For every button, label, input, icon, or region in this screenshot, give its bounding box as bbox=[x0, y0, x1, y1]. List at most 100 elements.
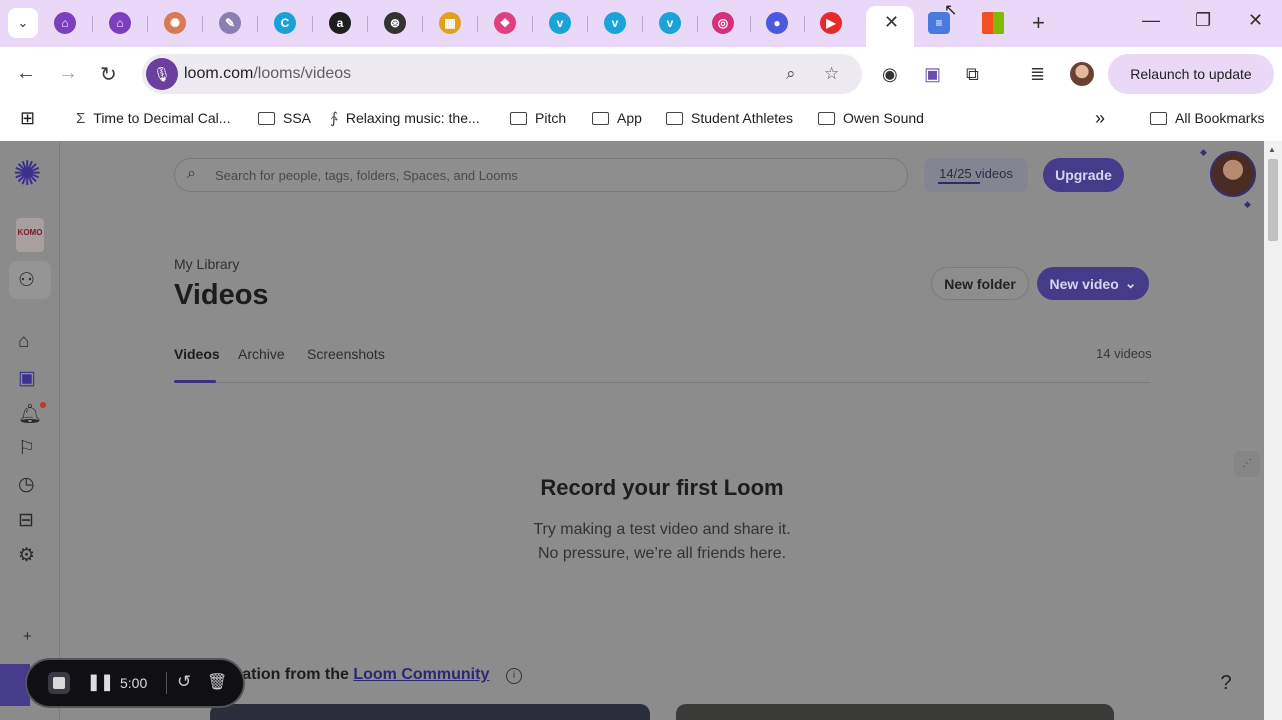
bookmark-label: SSA bbox=[283, 110, 312, 126]
notifications-bell-icon[interactable]: 🔔︎ bbox=[18, 402, 42, 426]
bookmark-item[interactable]: App bbox=[592, 109, 642, 127]
page-scrollbar[interactable]: ▲ bbox=[1264, 141, 1282, 720]
empty-state-title: Record your first Loom bbox=[540, 475, 784, 500]
scrollbar-thumb[interactable] bbox=[1268, 159, 1278, 241]
back-button[interactable]: ← bbox=[16, 62, 36, 85]
video-quota-badge[interactable]: 14/25 videos bbox=[924, 158, 1028, 192]
bookmark-item[interactable]: SSA bbox=[258, 109, 311, 127]
tab-favicon-chatgpt[interactable]: ⊛ bbox=[384, 12, 406, 34]
loom-community-link[interactable]: Loom Community bbox=[353, 666, 489, 683]
zoom-icon[interactable]: ⌕ bbox=[786, 64, 796, 84]
tab-archive[interactable]: Archive bbox=[238, 346, 285, 362]
tab-favicon-youtube[interactable]: ▶ bbox=[820, 12, 842, 34]
extensions-puzzle-icon[interactable]: ⧉ bbox=[966, 64, 979, 85]
stop-recording-button[interactable] bbox=[48, 672, 70, 694]
library-icon[interactable]: ▣ bbox=[18, 367, 36, 390]
community-video-thumbnail[interactable] bbox=[676, 704, 1114, 720]
tab-favicon-2[interactable]: ⌂ bbox=[109, 12, 131, 34]
restart-icon[interactable]: ↺ bbox=[177, 672, 191, 692]
tab-favicon-9[interactable]: ❖ bbox=[494, 12, 516, 34]
loom-extension-icon[interactable]: ▣ bbox=[924, 64, 941, 85]
home-icon[interactable]: ⌂ bbox=[18, 331, 29, 353]
workspace-logo[interactable]: KOMO bbox=[16, 218, 44, 252]
profile-avatar[interactable] bbox=[1070, 62, 1094, 86]
tab-favicon-microsoft[interactable] bbox=[982, 12, 1004, 34]
forward-button[interactable]: → bbox=[58, 62, 78, 85]
mouse-cursor-icon: ↖ bbox=[944, 2, 958, 19]
bookmark-label: App bbox=[617, 110, 642, 126]
loom-logo-icon[interactable]: ✺ bbox=[13, 157, 42, 191]
trash-icon[interactable]: 🗑︎ bbox=[207, 672, 227, 692]
tab-favicon-14[interactable]: ● bbox=[766, 12, 788, 34]
folder-icon bbox=[510, 111, 527, 125]
members-button[interactable]: ⚇ bbox=[9, 261, 51, 299]
bookmark-item[interactable]: Σ Time to Decimal Cal... bbox=[76, 109, 230, 127]
loom-page: ✺ KOMO ⚇ ⌂ ▣ 🔔︎ ⚐ ◷ ⊟ ⚙ + ⌕ Search for p… bbox=[0, 141, 1282, 720]
window-close-button[interactable]: ✕ bbox=[1248, 10, 1263, 31]
tab-favicon-vimeo-2[interactable]: v bbox=[604, 12, 626, 34]
empty-state-text: No pressure, we’re all friends here. bbox=[537, 545, 787, 562]
history-clock-icon[interactable]: ◷ bbox=[18, 473, 35, 496]
tab-favicon-canva[interactable]: C bbox=[274, 12, 296, 34]
loom-sidebar: ✺ KOMO ⚇ ⌂ ▣ 🔔︎ ⚐ ◷ ⊟ ⚙ + bbox=[0, 141, 60, 720]
bookmark-item[interactable]: Pitch bbox=[510, 109, 566, 127]
bookmark-item[interactable]: Owen Sound bbox=[818, 109, 924, 127]
upgrade-button[interactable]: Upgrade bbox=[1043, 158, 1124, 192]
close-tab-icon[interactable]: ✕ bbox=[884, 12, 899, 33]
tab-separator bbox=[804, 16, 805, 32]
minimize-button[interactable]: — bbox=[1142, 10, 1160, 31]
quota-progress-bar bbox=[938, 182, 980, 184]
help-button[interactable]: ? bbox=[1206, 663, 1246, 703]
bookmark-item[interactable]: Student Athletes bbox=[666, 109, 793, 127]
bookmark-star-icon[interactable]: ☆ bbox=[824, 64, 839, 84]
media-controls-icon[interactable]: ≣ bbox=[1030, 64, 1045, 85]
tab-videos[interactable]: Videos bbox=[174, 346, 220, 362]
new-tab-button[interactable]: + bbox=[1032, 10, 1045, 36]
all-bookmarks[interactable]: All Bookmarks bbox=[1150, 109, 1264, 127]
extension-profile-icon[interactable]: ◉ bbox=[882, 64, 898, 85]
pause-icon[interactable]: ❚❚ bbox=[87, 672, 114, 692]
user-avatar[interactable] bbox=[1210, 151, 1256, 197]
new-folder-button[interactable]: New folder bbox=[931, 267, 1029, 300]
tab-favicon-instagram[interactable]: ◎ bbox=[712, 12, 734, 34]
bookmark-icon[interactable]: ⚐ bbox=[18, 437, 35, 460]
new-video-button[interactable]: New video ⌄ bbox=[1037, 267, 1149, 300]
microphone-icon[interactable]: 🎙 bbox=[146, 58, 178, 90]
breadcrumb[interactable]: My Library bbox=[174, 256, 239, 272]
tab-favicon-vimeo-1[interactable]: v bbox=[549, 12, 571, 34]
bookmarks-overflow-icon[interactable]: » bbox=[1095, 108, 1105, 128]
settings-gear-icon[interactable]: ⚙ bbox=[18, 544, 35, 567]
apps-grid-icon[interactable]: ⊞ bbox=[20, 108, 35, 128]
tab-search-button[interactable]: ⌄ bbox=[8, 8, 38, 38]
tab-favicon-1[interactable]: ⌂ bbox=[54, 12, 76, 34]
active-tab[interactable]: ✕ bbox=[866, 6, 914, 47]
bookmark-item[interactable]: ∱ Relaxing music: the... bbox=[330, 109, 480, 127]
search-input[interactable]: ⌕ Search for people, tags, folders, Spac… bbox=[174, 158, 908, 192]
bookmark-label: Owen Sound bbox=[843, 110, 924, 126]
info-icon[interactable]: i bbox=[506, 668, 522, 684]
loom-extension-handle-icon[interactable]: ⋰ bbox=[1234, 451, 1260, 477]
tab-separator bbox=[312, 16, 313, 32]
reload-button[interactable]: ↻ bbox=[100, 62, 117, 87]
community-heading: ration from the Loom Community bbox=[236, 666, 490, 683]
gift-icon[interactable]: ⊟ bbox=[18, 509, 34, 532]
divider bbox=[166, 672, 167, 694]
scroll-up-icon[interactable]: ▲ bbox=[1268, 145, 1276, 154]
tab-favicon-claude[interactable]: ✺ bbox=[164, 12, 186, 34]
restore-button[interactable]: ❐ bbox=[1195, 10, 1211, 31]
search-icon: ⌕ bbox=[187, 165, 196, 182]
tab-favicon-vimeo-3[interactable]: v bbox=[659, 12, 681, 34]
avatar-decoration-icon: ◆ bbox=[1244, 199, 1251, 209]
tab-favicon-4[interactable]: ✎ bbox=[219, 12, 241, 34]
tab-favicon-amazon[interactable]: a bbox=[329, 12, 351, 34]
relaunch-button[interactable]: Relaunch to update bbox=[1108, 54, 1274, 94]
folder-icon bbox=[818, 111, 835, 125]
url-text[interactable]: loom.com/looms/videos bbox=[184, 65, 351, 83]
add-space-icon[interactable]: + bbox=[23, 628, 32, 645]
community-video-thumbnail[interactable] bbox=[210, 704, 650, 720]
tab-favicon-8[interactable]: ▦ bbox=[439, 12, 461, 34]
sigma-icon: Σ bbox=[76, 109, 86, 127]
recording-timer: 5:00 bbox=[120, 675, 148, 691]
tab-screenshots[interactable]: Screenshots bbox=[307, 346, 385, 362]
address-bar[interactable]: 🎙 loom.com/looms/videos ⌕ ☆ bbox=[142, 54, 862, 94]
